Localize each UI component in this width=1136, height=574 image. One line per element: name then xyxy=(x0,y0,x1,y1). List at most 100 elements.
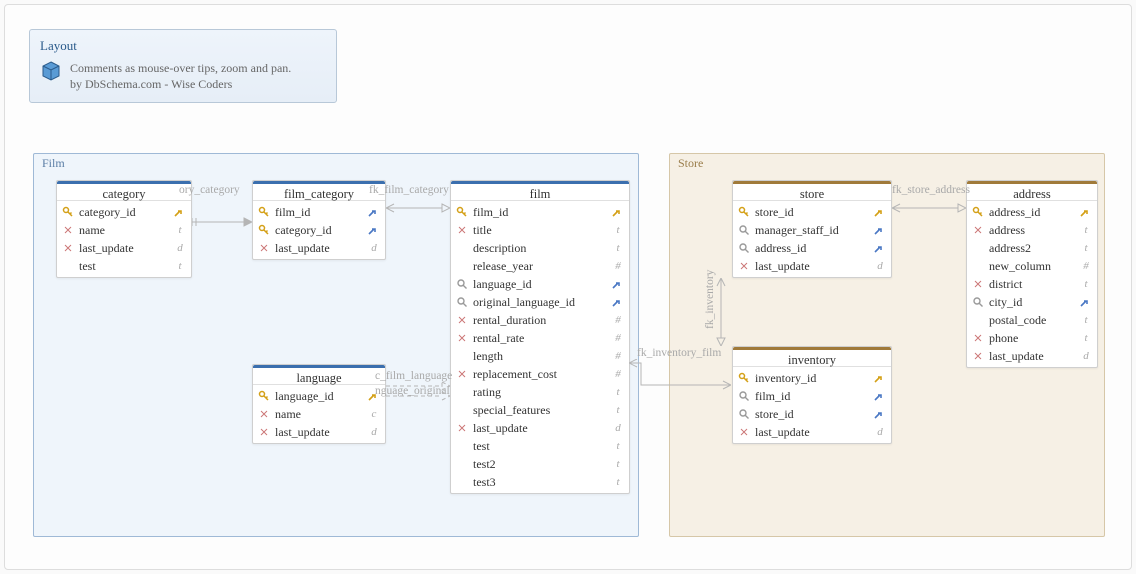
connector xyxy=(192,202,252,230)
info-line: by DbSchema.com - Wise Coders xyxy=(70,76,291,92)
column-name: film_id xyxy=(469,205,611,220)
table-column[interactable]: last_updated xyxy=(733,257,891,275)
table-column[interactable]: last_updated xyxy=(733,423,891,441)
table-column[interactable]: city_id xyxy=(967,293,1097,311)
table-column[interactable]: last_updated xyxy=(451,419,629,437)
column-name: last_update xyxy=(751,259,873,274)
column-type-icon: # xyxy=(611,368,625,380)
table-column[interactable]: last_updated xyxy=(253,423,385,441)
table-film-category[interactable]: film_category film_idcategory_idlast_upd… xyxy=(252,180,386,260)
blank-icon xyxy=(455,403,469,417)
nn-icon xyxy=(455,313,469,327)
table-store[interactable]: store store_idmanager_staff_id address_id… xyxy=(732,180,892,278)
table-column[interactable]: category_id xyxy=(253,221,385,239)
table-column[interactable]: film_id xyxy=(451,203,629,221)
table-column[interactable]: namec xyxy=(253,405,385,423)
idx-icon xyxy=(737,241,751,255)
nn-icon xyxy=(455,331,469,345)
table-column[interactable]: release_year# xyxy=(451,257,629,275)
column-type-icon: t xyxy=(611,404,625,416)
idx-icon xyxy=(455,277,469,291)
table-column[interactable]: special_featurest xyxy=(451,401,629,419)
column-name: last_update xyxy=(751,425,873,440)
table-column[interactable]: language_id xyxy=(253,387,385,405)
table-column[interactable]: address_id xyxy=(967,203,1097,221)
table-address[interactable]: address address_idaddresstaddress2tnew_c… xyxy=(966,180,1098,368)
diagram-canvas[interactable]: Layout Comments as mouse-over tips, zoom… xyxy=(4,4,1132,570)
table-column[interactable]: districtt xyxy=(967,275,1097,293)
group-film[interactable]: Film category category_idnametlast_updat… xyxy=(33,153,639,537)
table-column[interactable]: ratingt xyxy=(451,383,629,401)
column-name: length xyxy=(469,349,611,364)
table-column[interactable]: titlet xyxy=(451,221,629,239)
nn-icon xyxy=(971,349,985,363)
table-column[interactable]: original_language_id xyxy=(451,293,629,311)
column-name: description xyxy=(469,241,611,256)
pk-icon xyxy=(737,205,751,219)
column-type-icon: t xyxy=(173,224,187,236)
group-store[interactable]: Store store store_idmanager_staff_idaddr… xyxy=(669,153,1105,537)
blank-icon xyxy=(455,385,469,399)
nn-icon xyxy=(455,223,469,237)
nn-icon xyxy=(737,425,751,439)
table-header[interactable]: address xyxy=(967,181,1097,201)
group-label: Store xyxy=(678,156,703,171)
table-column[interactable]: phonet xyxy=(967,329,1097,347)
table-column[interactable]: film_id xyxy=(733,387,891,405)
table-header[interactable]: language xyxy=(253,365,385,385)
table-column[interactable]: descriptiont xyxy=(451,239,629,257)
table-column[interactable]: last_updated xyxy=(967,347,1097,365)
table-column[interactable]: testt xyxy=(57,257,191,275)
column-name: address_id xyxy=(985,205,1079,220)
table-column[interactable]: rental_rate# xyxy=(451,329,629,347)
column-name: test3 xyxy=(469,475,611,490)
table-column[interactable]: last_updated xyxy=(253,239,385,257)
table-column[interactable]: new_column# xyxy=(967,257,1097,275)
table-column[interactable]: test3t xyxy=(451,473,629,491)
connector xyxy=(892,202,966,214)
table-column[interactable]: store_id xyxy=(733,405,891,423)
table-category[interactable]: category category_idnametlast_updatedtes… xyxy=(56,180,192,278)
column-name: name xyxy=(271,407,367,422)
table-column[interactable]: manager_staff_id xyxy=(733,221,891,239)
table-inventory[interactable]: inventory inventory_idfilm_idstore_idlas… xyxy=(732,346,892,444)
table-film[interactable]: film film_idtitletdescriptiontrelease_ye… xyxy=(450,180,630,494)
column-name: phone xyxy=(985,331,1079,346)
table-column[interactable]: namet xyxy=(57,221,191,239)
column-name: rental_rate xyxy=(469,331,611,346)
table-column[interactable]: address_id xyxy=(733,239,891,257)
table-column[interactable]: rental_duration# xyxy=(451,311,629,329)
nn-icon xyxy=(455,367,469,381)
table-language[interactable]: language language_idnameclast_updated xyxy=(252,364,386,444)
nn-icon xyxy=(61,223,75,237)
column-type-icon: t xyxy=(1079,314,1093,326)
table-header[interactable]: inventory xyxy=(733,347,891,367)
column-name: test xyxy=(469,439,611,454)
table-column[interactable]: replacement_cost# xyxy=(451,365,629,383)
table-column[interactable]: test2t xyxy=(451,455,629,473)
table-header[interactable]: category xyxy=(57,181,191,201)
blank-icon xyxy=(455,349,469,363)
table-column[interactable]: addresst xyxy=(967,221,1097,239)
nn-icon xyxy=(61,241,75,255)
blank-icon xyxy=(971,259,985,273)
column-type-icon xyxy=(873,409,887,420)
connector xyxy=(386,382,450,402)
table-column[interactable]: film_id xyxy=(253,203,385,221)
table-column[interactable]: testt xyxy=(451,437,629,455)
table-column[interactable]: store_id xyxy=(733,203,891,221)
table-column[interactable]: length# xyxy=(451,347,629,365)
table-column[interactable]: postal_codet xyxy=(967,311,1097,329)
table-header[interactable]: store xyxy=(733,181,891,201)
column-type-icon xyxy=(367,391,381,402)
table-column[interactable]: last_updated xyxy=(57,239,191,257)
column-name: name xyxy=(75,223,173,238)
table-column[interactable]: language_id xyxy=(451,275,629,293)
table-header[interactable]: film_category xyxy=(253,181,385,201)
table-column[interactable]: inventory_id xyxy=(733,369,891,387)
table-column[interactable]: address2t xyxy=(967,239,1097,257)
column-name: address_id xyxy=(751,241,873,256)
table-header[interactable]: film xyxy=(451,181,629,201)
pk-icon xyxy=(455,205,469,219)
table-column[interactable]: category_id xyxy=(57,203,191,221)
